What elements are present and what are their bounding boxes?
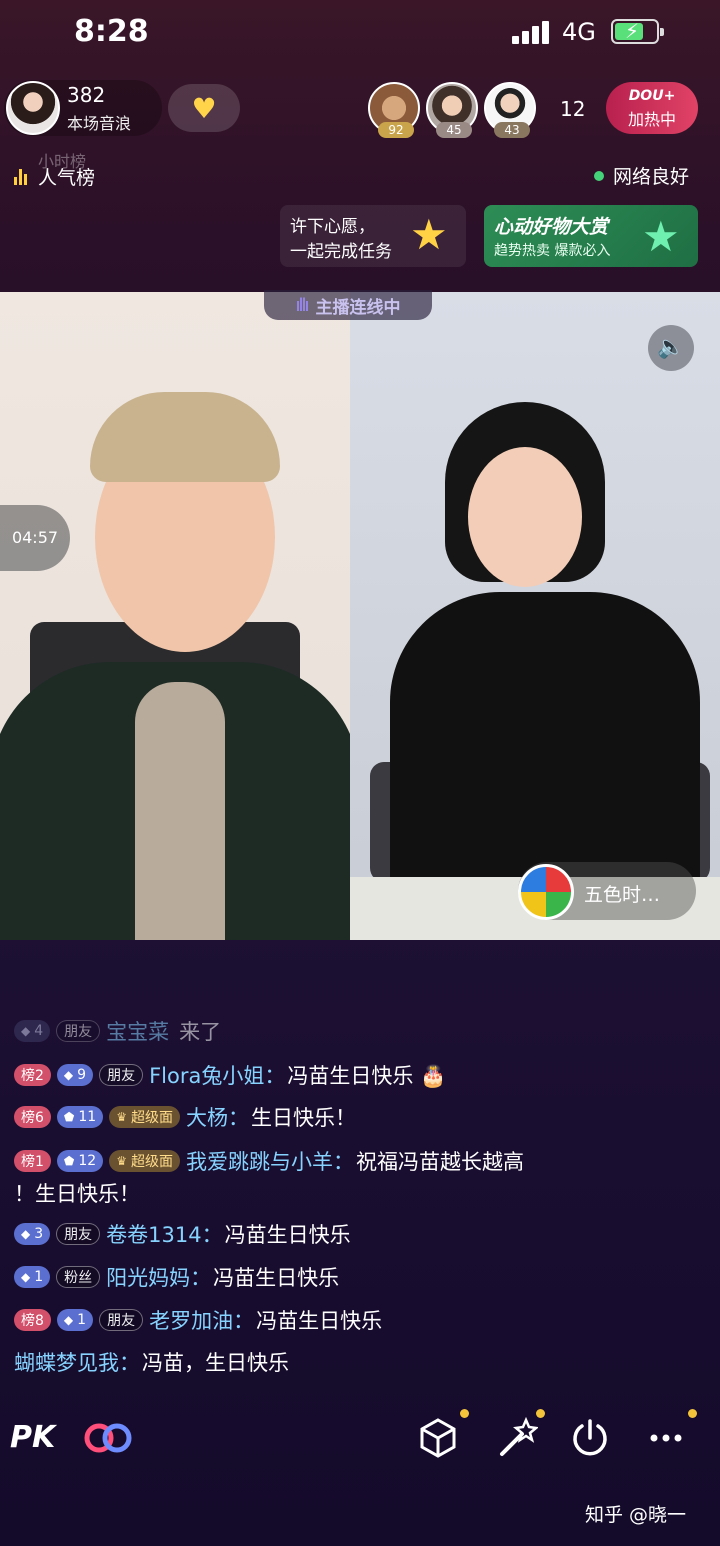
role-badge: 朋友 (99, 1309, 144, 1331)
comment-row[interactable]: 榜1 ⬟ 12 ♛ 超级面 我爱跳跳与小羊： 祝福冯苗越长越高 (14, 1146, 524, 1176)
comment-row[interactable]: 榜2 ◆ 9 朋友 Flora兔小姐： 冯苗生日快乐 🎂 (14, 1060, 446, 1090)
fan-level-badge: ⬟ 12 (56, 1150, 104, 1172)
host-blouse (135, 682, 225, 940)
comment-user[interactable]: 大杨： (186, 1102, 249, 1132)
viewer-score: 92 (378, 122, 414, 138)
role-badge: 粉丝 (56, 1266, 101, 1288)
host-video[interactable] (0, 292, 350, 940)
guest-logo (518, 864, 574, 920)
comment-user[interactable]: 我爱跳跳与小羊： (186, 1146, 354, 1176)
comment-user[interactable]: Flora兔小姐： (149, 1060, 285, 1090)
fan-level-badge: ◆ 1 (14, 1266, 51, 1288)
comment-text: ！生日快乐！ (14, 1182, 140, 1206)
link-icon[interactable] (82, 1420, 134, 1456)
comment-text: 祝福冯苗越长越高 (355, 1150, 524, 1174)
good-goods-title: 心动好物大赏 (494, 216, 609, 238)
heart-icon: ♥ (191, 91, 217, 125)
fan-level-badge: ◆ 1 (56, 1309, 94, 1331)
role-badge: 朋友 (56, 1223, 101, 1245)
notification-dot (688, 1409, 697, 1418)
comment-row-continued: ！生日快乐！ (14, 1178, 140, 1208)
host-hairband (90, 392, 280, 482)
comment-user[interactable]: 阳光妈妈： (106, 1262, 211, 1292)
comment-row[interactable]: 榜8 ◆ 1 朋友 老罗加油： 冯苗生日快乐 (14, 1305, 382, 1335)
comment-text: 来了 (179, 1020, 222, 1044)
role-badge: 朋友 (99, 1064, 144, 1086)
viewer-avatar[interactable]: 43 (484, 82, 536, 138)
viewer-score: 43 (494, 122, 530, 138)
signal-icon (512, 20, 550, 44)
role-badge: 朋友 (56, 1020, 101, 1042)
guest-video[interactable] (350, 292, 720, 940)
comment-row[interactable]: ◆ 3 朋友 卷卷1314： 冯苗生日快乐 (14, 1219, 351, 1249)
good-goods-subtitle: 趋势热卖 爆款必入 (494, 243, 611, 259)
guest-name: 五色时… (584, 884, 661, 906)
popularity-rank-label: 人气榜 (38, 166, 96, 189)
comment-text: 冯苗生日快乐 (224, 1223, 351, 1247)
guest-face (468, 447, 582, 587)
comment-text: 冯苗生日快乐 🎂 (287, 1064, 447, 1088)
network-status-label: 网络良好 (613, 166, 690, 188)
comment-text: 冯苗生日快乐 (256, 1309, 383, 1333)
speaker-icon[interactable]: 🔈 (648, 325, 694, 371)
comment-text: 生日快乐！ (250, 1106, 356, 1130)
wish-card-line2: 一起完成任务 (290, 242, 392, 262)
wish-card-line1: 许下心愿， (290, 217, 375, 237)
comment-row[interactable]: 榜6 ⬟ 11 ♛ 超级面 大杨： 生日快乐！ (14, 1102, 356, 1132)
sound-wave-icon: ıllı (295, 294, 309, 316)
more-icon[interactable] (644, 1416, 688, 1460)
network-type: 4G (562, 18, 596, 46)
notification-dot (536, 1409, 545, 1418)
dou-plus-label: 加热中 (627, 110, 676, 129)
comment-row[interactable]: ◆ 4 朋友 宝宝菜 来了 (14, 1016, 221, 1046)
fan-level-badge: ◆ 4 (14, 1020, 51, 1042)
viewer-avatar[interactable]: 45 (426, 82, 478, 138)
comment-text: 冯苗，生日快乐 (142, 1351, 289, 1375)
status-bar: 8:28 4G ⚡ (0, 0, 720, 66)
comment-user[interactable]: 卷卷1314： (106, 1219, 222, 1249)
host-sound-wave-count: 382 (67, 83, 106, 107)
comment-text: 冯苗生日快乐 (213, 1266, 340, 1290)
comment-user[interactable]: 蝴蝶梦见我： (14, 1347, 140, 1377)
pk-button[interactable]: PK (10, 1420, 55, 1455)
shooting-star-icon: ★ (410, 210, 448, 259)
dou-plus-button[interactable]: DOU+ 加热中 (606, 82, 698, 134)
online-dot-icon (594, 170, 604, 181)
rank-badge: 榜1 (14, 1150, 51, 1172)
clock: 8:28 (74, 14, 149, 49)
role-badge: ♛ 超级面 (109, 1106, 180, 1128)
role-badge: ♛ 超级面 (109, 1150, 180, 1172)
viewer-score: 45 (436, 122, 472, 138)
popularity-rank-button[interactable]: 人气榜 (14, 162, 95, 190)
follow-button[interactable]: ♥ (168, 84, 240, 132)
viewer-count[interactable]: 12 (560, 97, 585, 121)
fan-level-badge: ⬟ 11 (56, 1106, 104, 1128)
rank-badge: 榜2 (14, 1064, 51, 1086)
comment-user[interactable]: 宝宝菜 (106, 1016, 169, 1046)
magic-wand-icon[interactable] (494, 1416, 538, 1460)
rank-badge: 榜6 (14, 1106, 51, 1128)
network-status: 网络良好 (594, 162, 689, 189)
fan-level-badge: ◆ 9 (56, 1064, 94, 1086)
notification-dot (460, 1409, 469, 1418)
host-avatar[interactable] (6, 81, 60, 135)
cube-icon[interactable] (416, 1416, 460, 1460)
rank-badge: 榜8 (14, 1309, 51, 1331)
host-link-label: 主播连线中 (315, 297, 401, 318)
watermark: 知乎 @晓一 (585, 1504, 687, 1526)
comment-user[interactable]: 老罗加油： (149, 1305, 254, 1335)
host-sound-wave-label: 本场音浪 (67, 114, 132, 133)
power-icon[interactable] (568, 1416, 612, 1460)
host-link-status: ıllı 主播连线中 (264, 290, 432, 320)
viewer-avatar[interactable]: 92 (368, 82, 420, 138)
comment-row[interactable]: 蝴蝶梦见我： 冯苗，生日快乐 (14, 1347, 289, 1377)
battery-icon: ⚡ (611, 19, 664, 44)
star-icon: ★ (642, 212, 680, 261)
fan-level-badge: ◆ 3 (14, 1223, 51, 1245)
comment-row[interactable]: ◆ 1 粉丝 阳光妈妈： 冯苗生日快乐 (14, 1262, 339, 1292)
link-timer: 04:57 (0, 505, 70, 571)
dou-plus-logo: DOU+ (628, 88, 676, 104)
bar-chart-icon (14, 167, 32, 185)
